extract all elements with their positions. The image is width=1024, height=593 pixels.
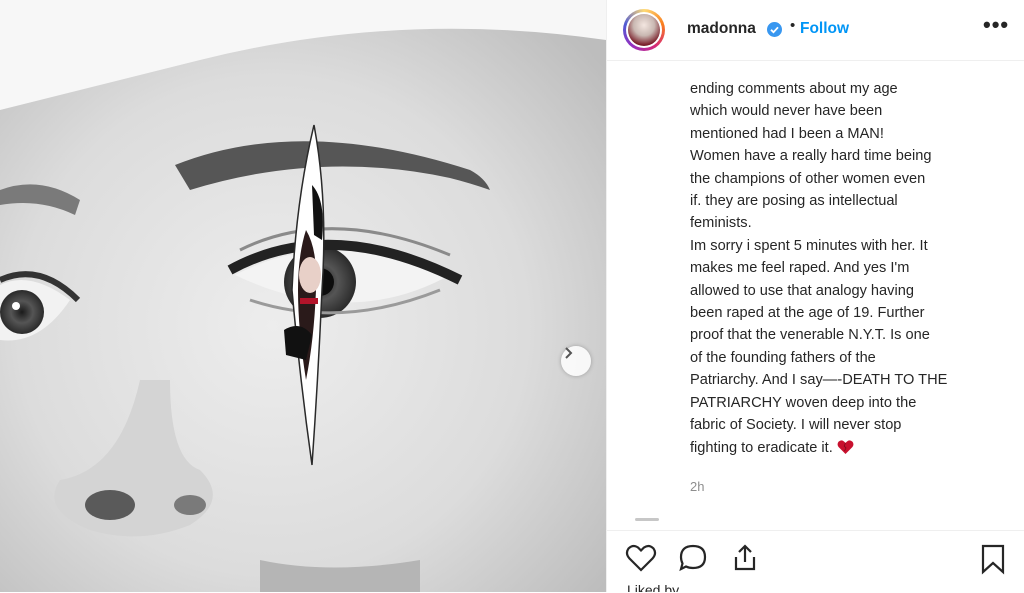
caption-line-text: fighting to eradicate it.: [690, 439, 833, 456]
separator-dot: •: [790, 17, 796, 34]
caption-line: allowed to use that analogy having: [690, 282, 914, 299]
caption-line: proof that the venerable N.Y.T. Is one: [690, 327, 930, 344]
caption-line: fabric of Society. I will never stop: [690, 417, 902, 434]
post-sidebar: madonna • Follow ••• ending comments abo…: [606, 0, 1024, 592]
more-options-button[interactable]: •••: [983, 14, 1009, 36]
verified-badge-icon: [767, 22, 782, 37]
post-timestamp[interactable]: 2h: [690, 479, 704, 494]
caption-line: of the founding fathers of the: [690, 349, 876, 366]
next-media-button[interactable]: [561, 346, 591, 376]
avatar-ring: [626, 12, 662, 48]
caption-line: Im sorry i spent 5 minutes with her. It: [690, 237, 928, 254]
post-media[interactable]: [0, 0, 606, 592]
caption-line: feminists.: [690, 215, 752, 232]
comment-bubble-icon[interactable]: [677, 543, 709, 573]
caption-line: been raped at the age of 19. Further: [690, 305, 925, 322]
caption-line: mentioned had I been a MAN!: [690, 125, 884, 142]
heart-outline-icon[interactable]: [625, 543, 657, 573]
avatar-photo: [628, 14, 660, 46]
caption-line-last: fighting to eradicate it.: [690, 437, 1010, 459]
chevron-right-icon: [565, 347, 573, 359]
comment-stub: [635, 518, 659, 521]
caption-line: makes me feel raped. And yes I'm: [690, 260, 910, 277]
caption-line: Patriarchy. And I say—-DEATH TO THE: [690, 372, 948, 389]
portrait-image: [0, 0, 606, 592]
post-header: madonna • Follow •••: [607, 0, 1024, 61]
post-caption: ending comments about my age which would…: [690, 78, 1010, 459]
follow-button[interactable]: Follow: [800, 20, 849, 38]
caption-line: the champions of other women even: [690, 170, 926, 187]
bookmark-icon[interactable]: [978, 543, 1008, 575]
caption-line: which would never have been: [690, 103, 883, 120]
username-link[interactable]: madonna: [687, 20, 756, 38]
avatar[interactable]: [623, 9, 665, 51]
caption-line: ending comments about my age: [690, 81, 898, 97]
caption-line: PATRIARCHY woven deep into the: [690, 394, 917, 411]
caption-line: Women have a really hard time being: [690, 148, 932, 165]
caption-line: if. they are posing as intellectual: [690, 193, 898, 210]
likes-summary[interactable]: Liked by ...: [627, 582, 695, 592]
share-upload-icon[interactable]: [729, 543, 761, 573]
red-heart-emoji: [837, 439, 854, 454]
